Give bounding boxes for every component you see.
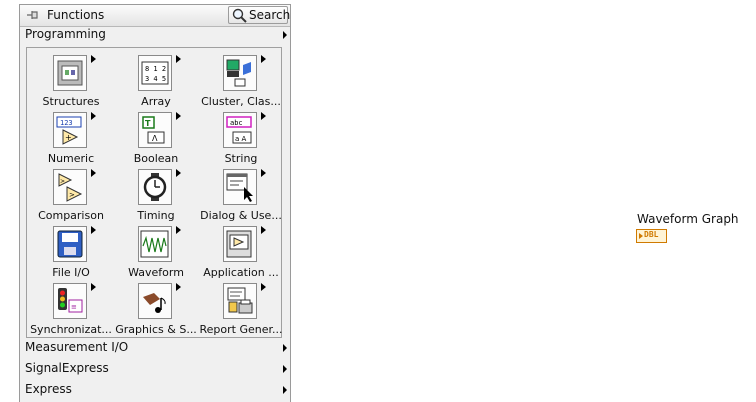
synchronization-icon: ≡ bbox=[53, 283, 87, 319]
submenu-arrow-icon bbox=[176, 283, 181, 291]
tile-file-io[interactable]: File I/O bbox=[29, 223, 113, 280]
palette-titlebar: Functions Search bbox=[20, 5, 290, 27]
application-control-icon bbox=[223, 226, 257, 262]
svg-text:>: > bbox=[60, 178, 65, 185]
tile-label: Timing bbox=[137, 209, 175, 222]
svg-text:Λ: Λ bbox=[152, 134, 158, 143]
search-button[interactable]: Search bbox=[228, 6, 291, 24]
submenu-arrow-icon bbox=[176, 226, 181, 234]
search-icon bbox=[232, 8, 247, 23]
tile-cluster-class[interactable]: Cluster, Clas... bbox=[199, 52, 283, 109]
tile-label: Boolean bbox=[133, 152, 179, 165]
tile-label: String bbox=[224, 152, 258, 165]
submenu-arrow-icon bbox=[283, 31, 287, 39]
search-label: Search bbox=[249, 8, 291, 22]
pin-icon[interactable] bbox=[26, 8, 40, 22]
tile-timing[interactable]: Timing bbox=[114, 166, 198, 223]
tile-string[interactable]: abc a A String bbox=[199, 109, 283, 166]
svg-text:8 1 2: 8 1 2 bbox=[145, 65, 166, 73]
terminal-type-label: DBL bbox=[644, 230, 659, 239]
input-arrow-icon bbox=[639, 233, 643, 239]
tile-application-control[interactable]: Application ... bbox=[199, 223, 283, 280]
submenu-arrow-icon bbox=[261, 112, 266, 120]
waveform-icon bbox=[138, 226, 172, 262]
tile-structures[interactable]: Structures bbox=[29, 52, 113, 109]
tile-label: Report Gener... bbox=[199, 323, 283, 336]
tile-label: Comparison bbox=[38, 209, 104, 222]
submenu-arrow-icon bbox=[261, 283, 266, 291]
tile-label: Array bbox=[141, 95, 171, 108]
tile-label: Dialog & Use... bbox=[200, 209, 282, 222]
submenu-arrow-icon bbox=[91, 226, 96, 234]
category-label: Express bbox=[25, 382, 72, 396]
submenu-arrow-icon bbox=[176, 169, 181, 177]
graphics-sound-icon bbox=[138, 283, 172, 319]
array-icon: 8 1 2 3 4 5 bbox=[138, 55, 172, 91]
submenu-arrow-icon bbox=[283, 365, 287, 373]
submenu-arrow-icon bbox=[91, 169, 96, 177]
tile-synchronization[interactable]: ≡ Synchronizat... bbox=[29, 280, 113, 337]
tile-waveform[interactable]: Waveform bbox=[114, 223, 198, 280]
structures-icon bbox=[53, 55, 87, 91]
submenu-arrow-icon bbox=[261, 55, 266, 63]
tile-label: Application ... bbox=[203, 266, 279, 279]
tile-dialog-user-interface[interactable]: Dialog & Use... bbox=[199, 166, 283, 223]
tile-numeric[interactable]: 123 + Numeric bbox=[29, 109, 113, 166]
tile-label: Graphics & S... bbox=[115, 323, 197, 336]
category-label: Programming bbox=[25, 27, 106, 41]
waveform-graph-label[interactable]: Waveform Graph bbox=[637, 212, 739, 226]
submenu-arrow-icon bbox=[283, 386, 287, 394]
report-generation-icon bbox=[223, 283, 257, 319]
svg-text:abc: abc bbox=[230, 119, 243, 127]
file-io-icon bbox=[53, 226, 87, 262]
submenu-arrow-icon bbox=[283, 344, 287, 352]
tile-label: File I/O bbox=[52, 266, 90, 279]
submenu-arrow-icon bbox=[261, 226, 266, 234]
category-signalexpress[interactable]: SignalExpress bbox=[20, 359, 290, 379]
category-label: Measurement I/O bbox=[25, 340, 129, 354]
submenu-arrow-icon bbox=[176, 112, 181, 120]
submenu-arrow-icon bbox=[91, 283, 96, 291]
category-label: SignalExpress bbox=[25, 361, 109, 375]
svg-text:123: 123 bbox=[60, 119, 73, 127]
waveform-graph-terminal[interactable]: DBL bbox=[636, 229, 667, 243]
category-programming[interactable]: Programming bbox=[20, 25, 290, 45]
submenu-arrow-icon bbox=[91, 112, 96, 120]
tile-graphics-sound[interactable]: Graphics & S... bbox=[114, 280, 198, 337]
category-measurement-io[interactable]: Measurement I/O bbox=[20, 338, 290, 358]
tile-label: Cluster, Clas... bbox=[201, 95, 281, 108]
tile-label: Synchronizat... bbox=[30, 323, 112, 336]
tile-label: Waveform bbox=[128, 266, 184, 279]
tile-label: Structures bbox=[42, 95, 100, 108]
timing-icon bbox=[138, 169, 172, 205]
dialog-user-interface-icon bbox=[223, 169, 257, 205]
tile-report-generation[interactable]: Report Gener... bbox=[199, 280, 283, 337]
submenu-arrow-icon bbox=[176, 55, 181, 63]
svg-text:T: T bbox=[145, 119, 151, 128]
tile-array[interactable]: 8 1 2 3 4 5 Array bbox=[114, 52, 198, 109]
category-express[interactable]: Express bbox=[20, 380, 290, 400]
tile-label: Numeric bbox=[47, 152, 95, 165]
numeric-icon: 123 + bbox=[53, 112, 87, 148]
boolean-icon: TΛ bbox=[138, 112, 172, 148]
svg-text:>: > bbox=[69, 191, 75, 199]
submenu-arrow-icon bbox=[261, 169, 266, 177]
submenu-arrow-icon bbox=[91, 55, 96, 63]
svg-text:3 4 5: 3 4 5 bbox=[145, 75, 166, 83]
svg-text:+: + bbox=[65, 133, 72, 142]
string-icon: abc a A bbox=[223, 112, 257, 148]
svg-text:≡: ≡ bbox=[71, 303, 77, 311]
tile-boolean[interactable]: TΛ Boolean bbox=[114, 109, 198, 166]
cluster-class-icon bbox=[223, 55, 257, 91]
functions-palette: Functions Search Programming Structures … bbox=[19, 4, 291, 402]
comparison-icon: > > bbox=[53, 169, 87, 205]
svg-text:a A: a A bbox=[235, 135, 247, 143]
tile-comparison[interactable]: > > Comparison bbox=[29, 166, 113, 223]
palette-title: Functions bbox=[47, 8, 105, 22]
programming-subpalette: Structures 8 1 2 3 4 5 Array Cluster, Cla… bbox=[26, 47, 283, 338]
